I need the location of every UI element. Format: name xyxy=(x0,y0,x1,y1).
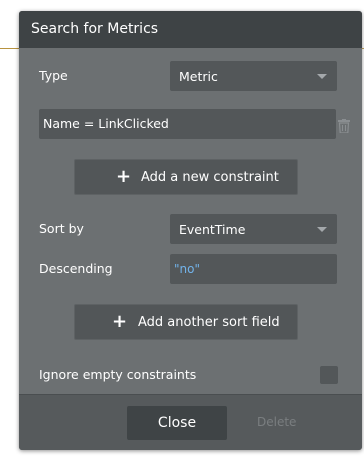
search-metrics-dialog: Search for Metrics Type Metric Name = Li… xyxy=(19,11,362,450)
descending-dynamic-value: "no" xyxy=(174,262,200,276)
ignore-empty-constraints-label: Ignore empty constraints xyxy=(39,367,197,382)
add-constraint-label: Add a new constraint xyxy=(141,170,279,185)
type-dropdown[interactable]: Metric xyxy=(170,61,337,91)
dialog-footer: Close Delete xyxy=(19,394,362,450)
add-constraint-button[interactable]: + Add a new constraint xyxy=(74,159,298,195)
plus-icon: + xyxy=(116,166,132,187)
close-button[interactable]: Close xyxy=(127,406,227,440)
sort-by-dropdown-value: EventTime xyxy=(179,222,246,237)
ignore-empty-constraints-checkbox[interactable] xyxy=(320,366,338,384)
descending-label: Descending xyxy=(39,261,113,276)
sort-by-label: Sort by xyxy=(39,221,84,236)
type-label: Type xyxy=(39,68,68,83)
trash-icon[interactable] xyxy=(338,118,350,134)
type-dropdown-value: Metric xyxy=(179,69,218,84)
plus-icon: + xyxy=(112,311,128,332)
add-sort-field-label: Add another sort field xyxy=(138,315,280,330)
close-button-label: Close xyxy=(157,415,197,431)
constraint-text: Name = LinkClicked xyxy=(43,116,169,131)
descending-input[interactable]: "no" xyxy=(170,254,337,284)
constraint-row[interactable]: Name = LinkClicked xyxy=(39,109,336,139)
add-sort-field-button[interactable]: + Add another sort field xyxy=(74,304,298,340)
sort-by-dropdown[interactable]: EventTime xyxy=(170,214,337,244)
dialog-title: Search for Metrics xyxy=(31,21,159,37)
delete-button[interactable]: Delete xyxy=(257,415,296,429)
dialog-header: Search for Metrics xyxy=(19,11,362,48)
caret-down-icon xyxy=(317,227,327,232)
caret-down-icon xyxy=(317,74,327,79)
